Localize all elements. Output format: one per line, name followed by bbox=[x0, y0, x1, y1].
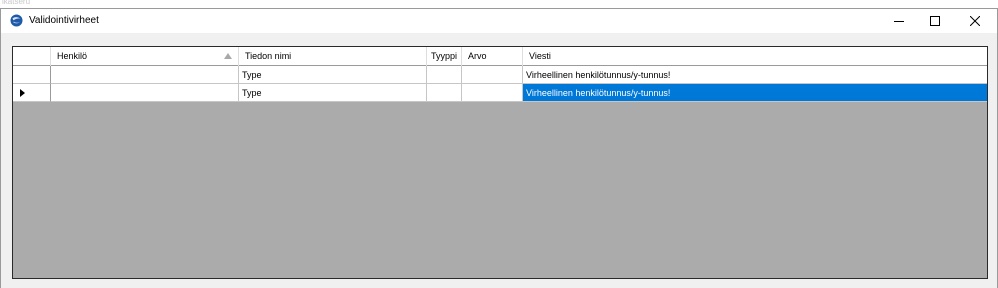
validation-errors-grid[interactable]: Henkilö Tiedon nimi Tyyppi Arvo Viesti T… bbox=[12, 46, 988, 279]
background-app-strip: ikatseru bbox=[0, 0, 998, 8]
row-header[interactable] bbox=[13, 66, 51, 84]
cell-viesti[interactable]: Virheellinen henkilötunnus/y-tunnus! bbox=[523, 66, 987, 84]
column-header-arvo[interactable]: Arvo bbox=[462, 47, 523, 66]
minimize-button[interactable] bbox=[879, 9, 919, 33]
cell-henkilo[interactable] bbox=[51, 66, 239, 84]
column-header-viesti[interactable]: Viesti bbox=[523, 47, 987, 66]
grid-header-row: Henkilö Tiedon nimi Tyyppi Arvo Viesti bbox=[13, 47, 987, 66]
cell-arvo[interactable] bbox=[462, 84, 523, 102]
table-row[interactable]: Type Virheellinen henkilötunnus/y-tunnus… bbox=[13, 84, 987, 102]
minimize-icon bbox=[894, 21, 904, 22]
column-header-label: Henkilö bbox=[57, 51, 88, 61]
sort-ascending-icon bbox=[224, 53, 232, 59]
close-icon bbox=[970, 16, 980, 26]
maximize-button[interactable] bbox=[915, 9, 955, 33]
table-row[interactable]: Type Virheellinen henkilötunnus/y-tunnus… bbox=[13, 66, 987, 84]
dialog-window: Validointivirheet Henkilö Tiedon nimi Ty… bbox=[0, 8, 998, 288]
cell-henkilo[interactable] bbox=[51, 84, 239, 102]
cell-tiedon-nimi[interactable]: Type bbox=[239, 84, 427, 102]
title-bar[interactable]: Validointivirheet bbox=[1, 9, 997, 33]
background-text: ikatseru bbox=[2, 0, 31, 6]
column-header-henkilo[interactable]: Henkilö bbox=[51, 47, 239, 66]
window-title: Validointivirheet bbox=[29, 15, 99, 26]
cell-tiedon-nimi[interactable]: Type bbox=[239, 66, 427, 84]
column-header-label: Arvo bbox=[468, 51, 487, 61]
app-globe-icon bbox=[10, 14, 23, 27]
column-header-tyyppi[interactable]: Tyyppi bbox=[427, 47, 462, 66]
header-corner[interactable] bbox=[13, 47, 51, 66]
column-header-tiedon-nimi[interactable]: Tiedon nimi bbox=[239, 47, 427, 66]
column-header-label: Viesti bbox=[529, 51, 551, 61]
cell-arvo[interactable] bbox=[462, 66, 523, 84]
row-header[interactable] bbox=[13, 84, 51, 102]
cell-tyyppi[interactable] bbox=[427, 84, 462, 102]
cell-tyyppi[interactable] bbox=[427, 66, 462, 84]
cell-viesti-selected[interactable]: Virheellinen henkilötunnus/y-tunnus! bbox=[523, 84, 987, 102]
column-header-label: Tyyppi bbox=[431, 51, 458, 61]
close-button[interactable] bbox=[955, 9, 995, 33]
current-row-arrow-icon bbox=[20, 89, 25, 97]
maximize-icon bbox=[930, 16, 940, 26]
column-header-label: Tiedon nimi bbox=[245, 51, 292, 61]
